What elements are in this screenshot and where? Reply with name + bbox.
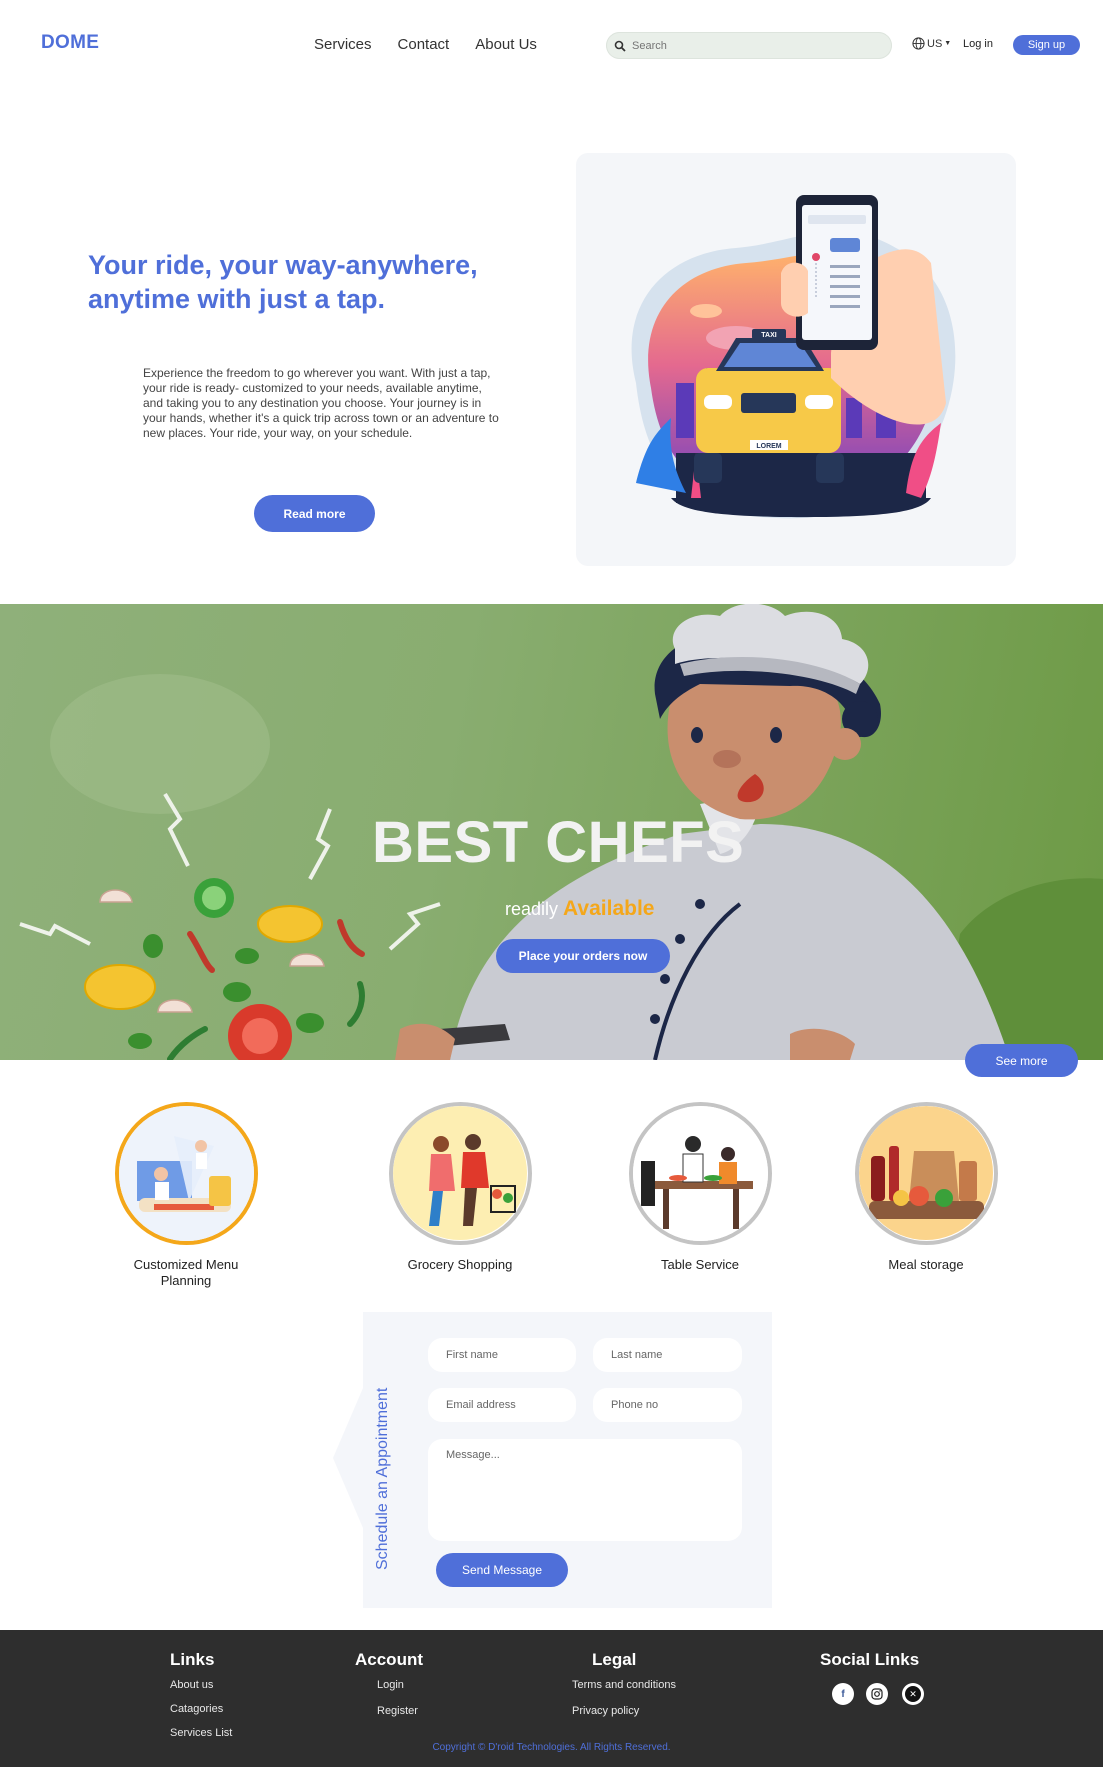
service-card-menu-planning[interactable]: Customized Menu Planning [106,1102,266,1289]
footer-account-heading: Account [355,1650,423,1669]
footer-link-register[interactable]: Register [377,1704,423,1718]
footer-link-privacy[interactable]: Privacy policy [572,1704,676,1718]
logo[interactable]: DOME [41,32,99,54]
top-nav: DOME Services Contact About Us US ▼ Log … [0,0,1103,90]
first-name-field[interactable] [428,1338,576,1372]
nav-links: Services Contact About Us [314,36,537,53]
service-label-grocery-shopping: Grocery Shopping [407,1257,513,1272]
search-icon [614,40,626,52]
nav-link-contact[interactable]: Contact [398,36,450,53]
service-card-grocery-shopping[interactable]: Grocery Shopping [380,1102,540,1273]
footer-links-heading: Links [170,1650,215,1669]
service-image-menu-planning [114,1102,258,1245]
language-selector[interactable]: US ▼ [912,37,951,50]
footer-link-terms[interactable]: Terms and conditions [572,1678,676,1692]
place-order-button[interactable]: Place your orders now [496,939,670,973]
search-input[interactable] [632,39,872,52]
nav-link-services[interactable]: Services [314,36,372,53]
footer-social-column: Social Links [820,1650,919,1678]
banner-subtitle-accent: Available [563,897,655,920]
footer-legal-column: Legal Terms and conditions Privacy polic… [572,1650,676,1728]
facebook-icon[interactable]: f [832,1683,854,1705]
nav-link-about-us[interactable]: About Us [475,36,537,53]
see-more-button[interactable]: See more [965,1044,1078,1077]
hero-illustration-card: TAXI LOREM [576,153,1016,566]
x-icon[interactable]: ✕ [902,1683,924,1705]
license-plate-text: LOREM [756,443,781,450]
footer-link-services-list[interactable]: Services List [170,1726,232,1740]
phone-field[interactable] [593,1388,742,1422]
copyright: Copyright © D'roid Technologies. All Rig… [432,1742,671,1753]
hero-description: Experience the freedom to go wherever yo… [143,366,499,440]
service-card-table-service[interactable]: Table Service [620,1102,780,1273]
banner-subtitle-prefix: readily [505,899,559,919]
footer-link-login[interactable]: Login [377,1678,423,1692]
service-image-table-service [628,1102,772,1245]
footer-account-column: Account Login Register [355,1650,423,1728]
hero-title: Your ride, your way-anywhere, anytime wi… [88,250,478,314]
chef-banner: BEST CHEFS readily Available Place your … [0,604,1103,1060]
page: DOME Services Contact About Us US ▼ Log … [0,0,1103,1767]
taxi-sign-text: TAXI [761,332,776,339]
chevron-down-icon: ▼ [944,40,952,47]
search-bar[interactable] [606,32,892,59]
meal-storage-illustration [858,1106,993,1240]
instagram-icon[interactable] [866,1683,888,1705]
send-message-button[interactable]: Send Message [436,1553,568,1587]
footer-legal-heading: Legal [592,1650,637,1669]
service-card-meal-storage[interactable]: Meal storage [846,1102,1006,1273]
table-service-illustration [632,1106,768,1241]
signup-button[interactable]: Sign up [1013,35,1080,55]
footer-social-heading: Social Links [820,1650,920,1669]
globe-icon [912,37,925,50]
message-field[interactable] [428,1439,742,1541]
footer-links-column: Links About us Catagories Services List [170,1650,232,1750]
footer-link-categories[interactable]: Catagories [170,1702,232,1716]
service-label-meal-storage: Meal storage [888,1257,964,1272]
language-label: US [927,37,943,50]
taxi-app-illustration: TAXI LOREM [631,195,956,519]
service-image-meal-storage [854,1102,998,1245]
login-link[interactable]: Log in [963,38,993,50]
grocery-shopping-illustration [392,1106,527,1240]
service-label-menu-planning: Customized Menu Planning [133,1257,239,1288]
appointment-title: Schedule an Appointment [374,1387,391,1570]
banner-subtitle: readily Available [505,897,654,921]
last-name-field[interactable] [593,1338,742,1372]
service-image-grocery-shopping [388,1102,532,1245]
footer-link-about-us[interactable]: About us [170,1678,232,1692]
banner-title: BEST CHEFS [372,810,745,875]
service-label-table-service: Table Service [660,1257,740,1272]
email-field[interactable] [428,1388,576,1422]
read-more-button[interactable]: Read more [254,495,375,532]
appointment-notch [333,1388,363,1528]
menu-planning-illustration [118,1106,254,1241]
